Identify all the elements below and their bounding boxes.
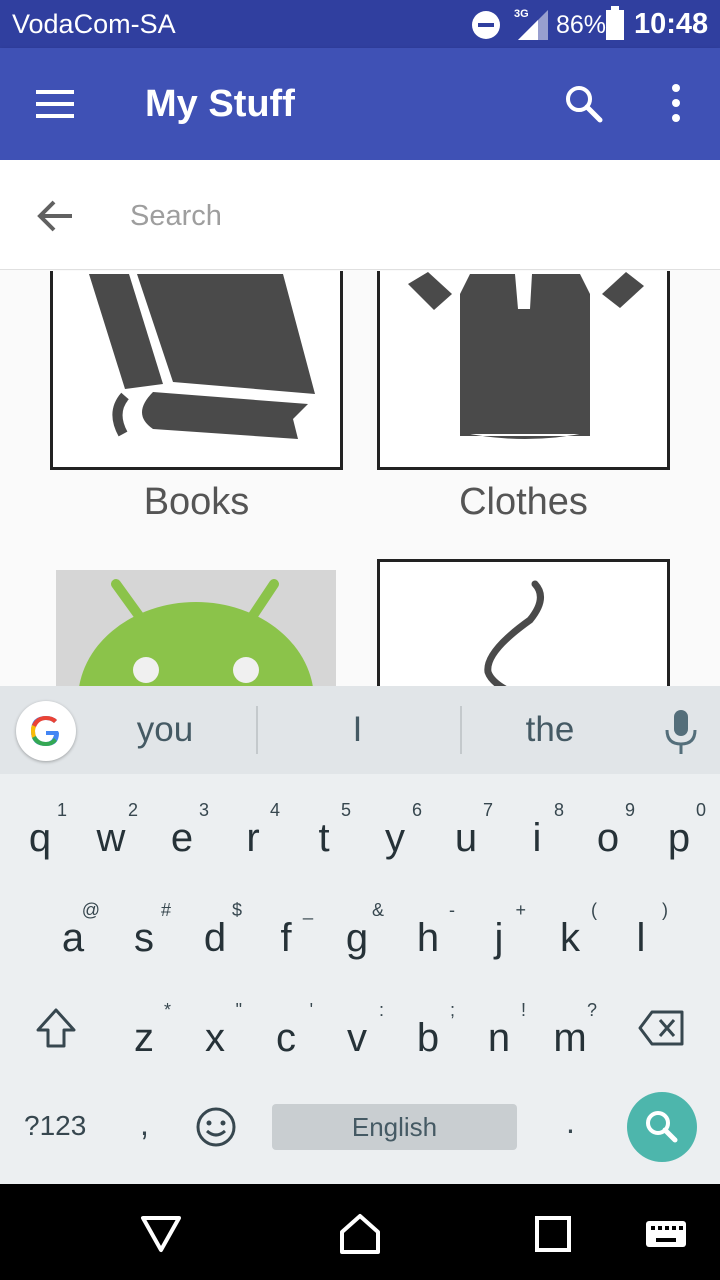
backspace-icon[interactable] [638,1010,684,1046]
carrier-name: VodaCom-SA [12,9,176,39]
misc-image [377,559,670,686]
mic-icon[interactable] [664,710,698,754]
key-s[interactable]: s # [109,886,179,986]
books-image [50,271,343,470]
key-w[interactable]: w2 [76,786,146,886]
suggestion-bar: you I the [0,686,720,774]
android-robot-icon [79,579,313,686]
shift-icon[interactable] [34,1006,78,1050]
key-x[interactable]: x " [180,986,250,1086]
key-i[interactable]: i8 [502,786,572,886]
key-g[interactable]: g & [322,886,392,986]
comma-key[interactable]: , [140,1106,149,1143]
search-icon[interactable] [564,84,604,124]
key-h[interactable]: h- [393,886,463,986]
key-z[interactable]: z * [109,986,179,1086]
status-bar: VodaCom-SA 3G 86% 10:48 [0,0,720,48]
key-c[interactable]: c ' [251,986,321,1086]
tile-label-clothes: Clothes [459,481,588,523]
suggestion-divider [256,706,258,754]
book-icon [89,274,315,439]
search-input[interactable] [130,190,670,242]
suggestion-divider [460,706,462,754]
home-nav-icon[interactable] [338,1212,382,1256]
key-b[interactable]: b; [393,986,463,1086]
key-a[interactable]: a @ [38,886,108,986]
network-type: 3G [514,8,529,20]
clock: 10:48 [634,8,709,40]
arrow-back-icon[interactable] [36,198,76,234]
period-key[interactable]: . [566,1104,575,1141]
key-r[interactable]: r4 [218,786,288,886]
search-bar [0,160,720,270]
key-y[interactable]: y6 [360,786,430,886]
battery-icon [606,6,624,40]
key-q[interactable]: q1 [5,786,75,886]
key-n[interactable]: n! [464,986,534,1086]
keyboard-switch-icon[interactable] [644,1212,688,1256]
back-nav-icon[interactable] [139,1212,183,1256]
do-not-disturb-icon [472,11,500,39]
battery-percent: 86% [556,11,607,39]
android-image [56,570,336,686]
emoji-icon[interactable] [195,1106,237,1148]
clothes-image [377,271,670,470]
key-v[interactable]: v: [322,986,392,1086]
symbols-key[interactable]: ?123 [24,1110,86,1142]
soft-keyboard: you I the q1 w2 e3 r4 t5 y6 u7 i8 o9 p0 … [0,686,720,1184]
app-bar: My Stuff [0,48,720,160]
google-logo-icon[interactable] [16,701,76,761]
category-grid: Books Clothes [0,271,720,686]
key-m[interactable]: m? [535,986,605,1086]
hamburger-menu-icon[interactable] [36,88,76,120]
key-o[interactable]: o9 [573,786,643,886]
signal-3g-icon: 3G [514,8,548,40]
key-e[interactable]: e3 [147,786,217,886]
recents-nav-icon[interactable] [531,1212,575,1256]
key-t[interactable]: t5 [289,786,359,886]
suggestion-2[interactable]: I [300,710,415,750]
tile-label-books: Books [143,481,250,523]
key-d[interactable]: d $ [180,886,250,986]
key-j[interactable]: j + [464,886,534,986]
search-icon [646,1111,678,1143]
key-u[interactable]: u7 [431,786,501,886]
key-l[interactable]: l) [606,886,676,986]
shirt-icon [408,272,644,439]
key-f[interactable]: f _ [251,886,321,986]
system-nav-bar [0,1184,720,1280]
key-k[interactable]: k( [535,886,605,986]
suggestion-3[interactable]: the [495,710,605,750]
space-bar[interactable]: English [272,1104,517,1150]
key-p[interactable]: p0 [644,786,714,886]
hook-icon [484,580,544,686]
keyboard-search-button[interactable] [627,1092,697,1162]
more-vert-icon[interactable] [668,84,684,126]
suggestion-1[interactable]: you [110,710,220,750]
page-title: My Stuff [145,83,295,125]
